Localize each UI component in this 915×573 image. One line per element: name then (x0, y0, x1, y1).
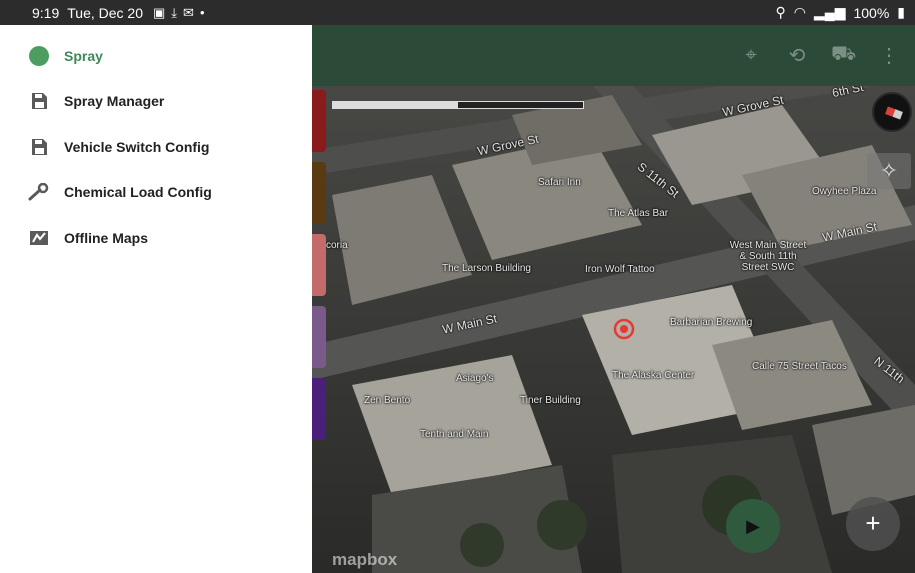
place-label: West Main Street & South 11th Street SWC (729, 240, 807, 273)
locate-button[interactable]: ✧ (867, 153, 911, 189)
more-vert-icon[interactable]: ⋮ (877, 43, 901, 68)
place-label: The Atlas Bar (608, 208, 669, 219)
battery-icon: ▮ (897, 4, 905, 20)
place-label: Barbarian Brewing (670, 317, 753, 328)
drawer-item-spray[interactable]: Spray (0, 33, 312, 79)
drawer-item-spray-manager[interactable]: Spray Manager (0, 79, 312, 125)
status-bar: 9:19 Tue, Dec 20 ▣ ⤓ ✉ • ⚲ ◠ ▂▄▆ 100% ▮ (0, 0, 915, 25)
battery-text: 100% (853, 4, 890, 21)
play-button[interactable]: ▶ (726, 499, 780, 553)
photo-icon: ▣ (153, 4, 166, 20)
dot-icon: • (199, 5, 205, 20)
place-label: The Larson Building (442, 263, 531, 274)
drawer-item-label: Spray (64, 47, 103, 64)
strip-segment[interactable] (312, 90, 326, 152)
satellite-map[interactable]: W Grove St W Grove St S 11th St W Main S… (312, 25, 915, 573)
place-label: Tiner Building (520, 395, 581, 406)
strip-segment[interactable] (312, 234, 326, 296)
mapbox-logo[interactable]: mapbox (332, 550, 397, 570)
sync-icon[interactable]: ⟲ (785, 43, 809, 68)
drawer-item-label: Spray Manager (64, 93, 165, 110)
strip-segment[interactable] (312, 378, 326, 440)
compass-button[interactable] (872, 92, 912, 132)
gps-off-icon[interactable]: ⌖ (739, 44, 763, 67)
drawer-item-vehicle-switch-config[interactable]: Vehicle Switch Config (0, 124, 312, 170)
strip-segment[interactable] (312, 306, 326, 368)
drawer-item-offline-maps[interactable]: Offline Maps (0, 215, 312, 261)
app-bar: ⌖ ⟲ ⛟ ⋮ (312, 25, 915, 86)
map-icon (28, 227, 50, 249)
tractor-icon[interactable]: ⛟ (831, 43, 856, 68)
screen: 9:19 Tue, Dec 20 ▣ ⤓ ✉ • ⚲ ◠ ▂▄▆ 100% ▮ (0, 0, 915, 573)
strip-segment[interactable] (312, 162, 326, 224)
status-date: Tue, Dec 20 (67, 4, 143, 21)
drawer-item-label: Offline Maps (64, 229, 149, 246)
place-label: Asiago's (456, 373, 494, 384)
play-icon: ▶ (746, 516, 760, 536)
download-icon: ⤓ (171, 4, 178, 20)
place-label: coria (326, 240, 348, 251)
wrench-icon (28, 181, 50, 203)
mail-icon: ✉ (183, 4, 194, 20)
compass-needle-icon (885, 106, 903, 120)
place-label: Zen Bento (364, 395, 411, 406)
notification-icons: ▣ ⤓ ✉ • (153, 5, 205, 21)
place-label: Safari Inn (538, 177, 581, 188)
plus-icon: + (865, 508, 881, 538)
floppy-icon (28, 136, 50, 158)
status-time: 9:19 (32, 4, 60, 21)
place-label: Iron Wolf Tattoo (585, 264, 655, 275)
signal-icon: ▂▄▆ (814, 4, 846, 20)
add-button[interactable]: + (846, 497, 900, 551)
wifi-icon: ◠ (793, 4, 807, 20)
drawer-item-label: Chemical Load Config (64, 184, 212, 201)
drawer-item-chemical-load-config[interactable]: Chemical Load Config (0, 170, 312, 216)
location-icon: ⚲ (775, 4, 786, 20)
green-dot-icon (28, 45, 50, 67)
place-label: Calle 75 Street Tacos (752, 361, 847, 372)
crosshair-icon: ✧ (879, 158, 899, 183)
system-icons: ⚲ ◠ ▂▄▆ 100% ▮ (776, 4, 905, 21)
place-label: Tenth and Main (420, 429, 489, 440)
navigation-drawer: Spray Spray Manager Vehicle Switch Confi… (0, 25, 312, 573)
section-color-strip (312, 90, 326, 450)
floppy-icon (28, 90, 50, 112)
scale-bar (332, 101, 584, 109)
place-label: The Alaska Center (612, 370, 695, 381)
drawer-item-label: Vehicle Switch Config (64, 138, 210, 155)
